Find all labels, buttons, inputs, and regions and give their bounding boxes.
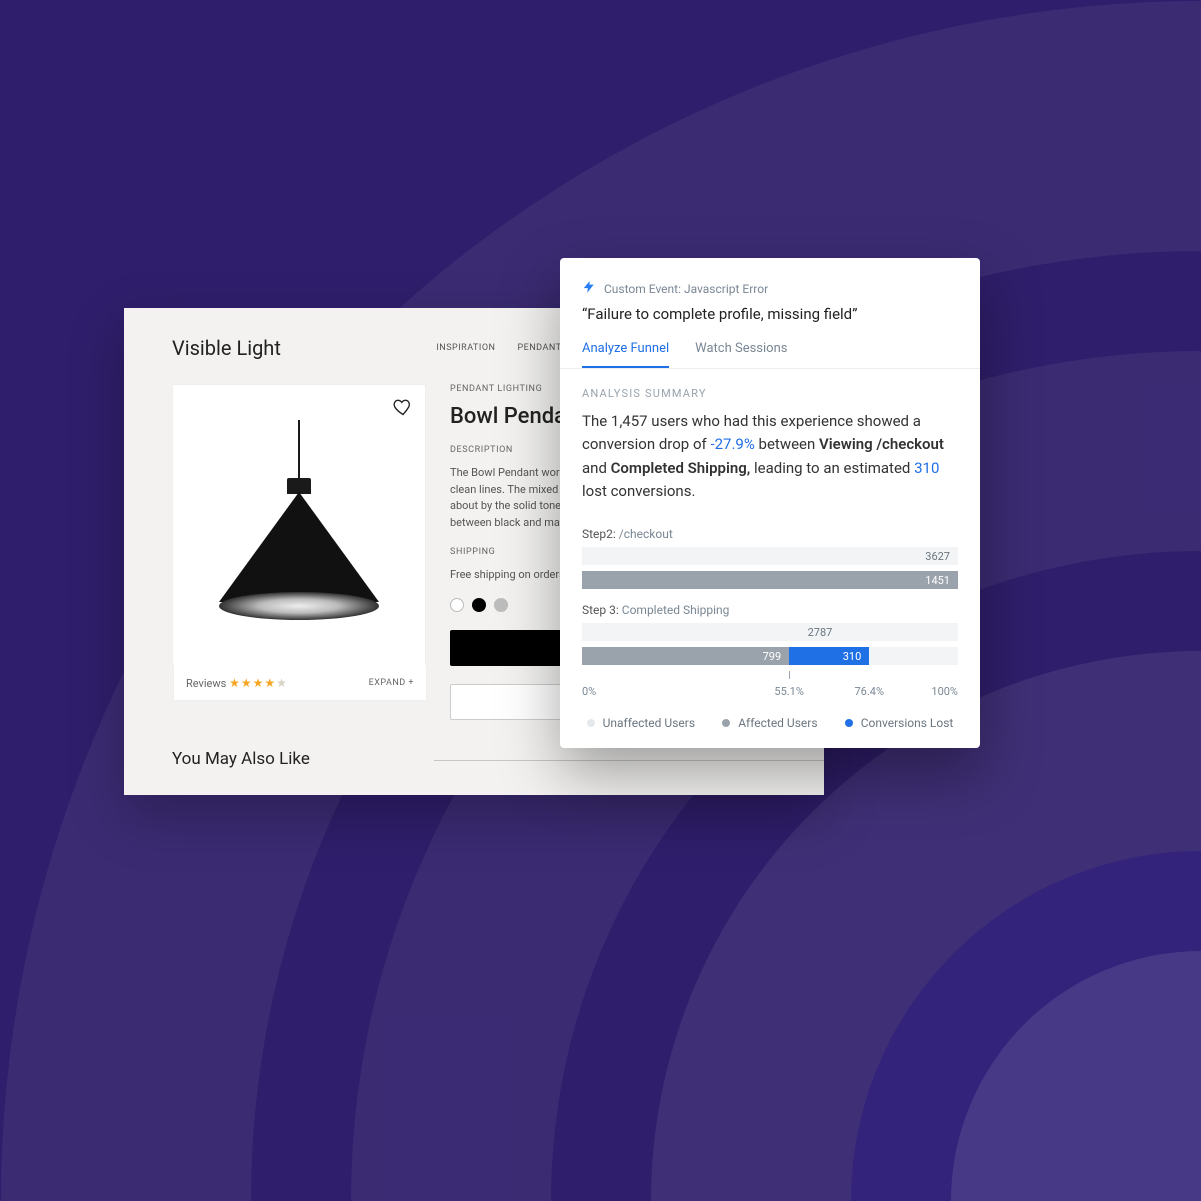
bolt-icon [582,280,596,297]
panel-tabs: Analyze Funnel Watch Sessions [560,341,980,369]
axis-55: 55.1% [774,685,804,698]
analysis-summary-label: ANALYSIS SUMMARY [560,387,980,400]
legend-affected: Affected Users [722,716,817,730]
conversion-drop-pct: -27.9% [710,435,754,453]
axis-100: 100% [931,685,958,698]
analysis-summary-text: The 1,457 users who had this experience … [560,410,980,503]
analytics-panel: Custom Event: Javascript Error “Failure … [560,258,980,748]
favorite-icon[interactable] [393,397,413,421]
step2-unaffected-value: 3627 [925,547,950,565]
event-type-label: Custom Event: Javascript Error [604,282,768,296]
nav-item-inspiration[interactable]: INSPIRATION [436,343,495,353]
x-axis: 0% 55.1% 76.4% 100% [582,685,958,698]
reviews-bar[interactable]: Reviews ★★★★★ EXPAND + [173,665,427,701]
funnel-chart: Step2: /checkout 3627 1451 Step 3: Compl… [560,527,980,698]
lost-conversions-count: 310 [914,459,939,477]
legend-unaffected: Unaffected Users [587,716,695,730]
step3-unaffected-bar: 2787 [582,623,958,641]
chart-legend: Unaffected Users Affected Users Conversi… [560,716,980,730]
step2-affected-value: 1451 [925,571,950,589]
reviews-label: Reviews [186,677,226,690]
swatch-grey[interactable] [494,598,508,612]
step3-unaffected-value: 2787 [808,623,833,641]
step3-lost-segment: 310 [789,647,869,665]
brand-logo[interactable]: Visible Light [172,336,281,360]
you-may-also-like-heading: You May Also Like [172,749,310,769]
swatch-black[interactable] [472,598,486,612]
divider [434,760,824,761]
step2-affected-bar: 1451 [582,571,958,589]
step2-unaffected-bar: 3627 [582,547,958,565]
error-message: “Failure to complete profile, missing fi… [560,305,980,323]
star-rating-icon: ★★★★★ [229,676,288,690]
expand-reviews-button[interactable]: EXPAND + [369,678,414,688]
product-image[interactable]: Reviews ★★★★★ EXPAND + [172,384,426,666]
axis-76: 76.4% [854,685,884,698]
step3-affected-segment: 799 [582,647,789,665]
legend-lost: Conversions Lost [845,716,954,730]
axis-0: 0% [582,685,596,698]
lamp-illustration [214,420,384,630]
step3-affected-bar: 799 310 [582,647,958,665]
tab-watch-sessions[interactable]: Watch Sessions [695,341,787,368]
step3-title: Step 3: Completed Shipping [582,603,958,617]
swatch-white[interactable] [450,598,464,612]
tab-analyze-funnel[interactable]: Analyze Funnel [582,341,669,368]
axis-ticks [582,671,958,681]
step2-title: Step2: /checkout [582,527,958,541]
